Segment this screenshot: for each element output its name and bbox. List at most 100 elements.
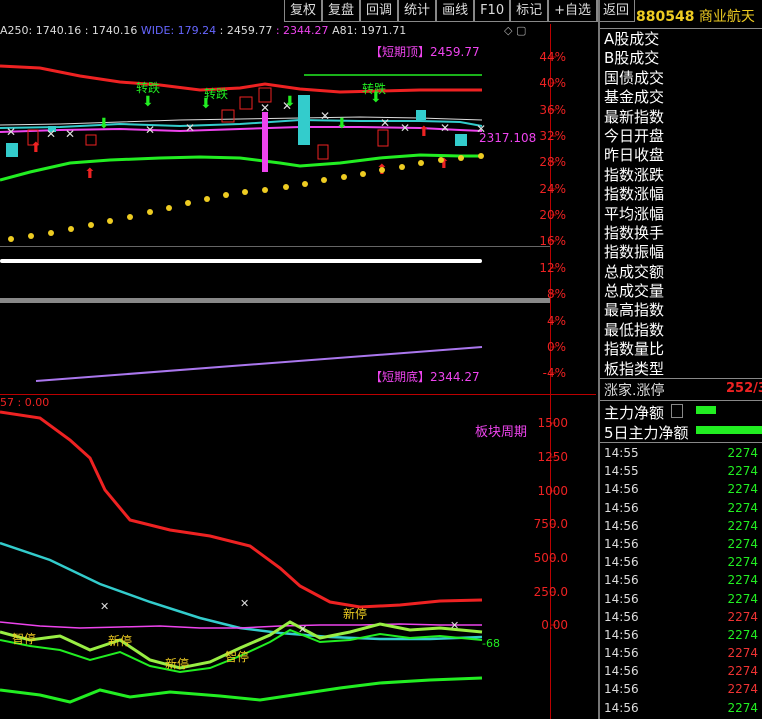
axis-tick: 500.0 [533,551,568,565]
svg-text:⬇: ⬇ [336,116,348,132]
list-icon[interactable] [671,404,683,418]
cycle-red-line [0,410,483,609]
main-net-label: 主力净额 [604,404,665,422]
lower-word-2: 新停 [108,633,132,648]
svg-text:✕: ✕ [46,127,56,141]
menu-item[interactable]: 板指类型 [600,360,762,379]
lower-word-5: 新停 [343,606,367,621]
stock-title: 880548 商业航天 [636,6,755,26]
svg-text:✕: ✕ [185,121,195,135]
short-term-bottom-label: 【短期底】2344.27 [370,370,480,384]
cycle-green-line [0,676,483,704]
svg-text:✕: ✕ [400,121,410,135]
svg-text:✕: ✕ [298,623,307,636]
menu-item[interactable]: 基金成交 [600,88,762,107]
toolbar-back-button[interactable]: 返回 [597,0,636,22]
short-term-top-label: 【短期顶】2459.77 [370,45,480,59]
svg-text:✕: ✕ [6,125,16,139]
svg-text:⬆: ⬆ [84,166,96,182]
quote-menu: A股成交 B股成交 国债成交 基金成交 最新指数 今日开盘 昨日收盘 指数涨跌 … [600,30,762,379]
trade-row: 14:56 2274 [604,500,758,515]
panel2-header: 57 : 0.00 [0,396,50,409]
up-count-label: 涨家.涨停 [604,383,665,399]
trade-row: 14:56 2274 [604,700,758,715]
axis-tick: 44% [539,50,566,64]
axis-tick: 16% [539,234,566,248]
axis-tick: -4% [542,366,566,380]
main-net5-label: 5日主力净额 [604,424,689,442]
axis-tick: 250.0 [533,585,568,599]
trade-row: 14:56 2274 [604,609,758,624]
svg-text:⬆: ⬆ [30,140,42,156]
menu-item[interactable]: 国债成交 [600,69,762,88]
svg-text:⬇: ⬇ [142,94,154,110]
axis-tick: 8% [546,287,566,301]
svg-text:✕: ✕ [320,109,330,123]
main-net5-bar [696,426,762,434]
menu-item[interactable]: B股成交 [600,49,762,68]
lower-word-3: 新停 [165,656,189,671]
axis-tick: 1250 [537,450,568,464]
trade-row: 14:56 2274 [604,646,758,661]
trade-row: 14:56 2274 [604,482,758,497]
axis-tick: 20% [539,208,566,222]
menu-item[interactable]: 指数涨跌 [600,166,762,185]
svg-text:⬇: ⬇ [98,116,110,132]
menu-item[interactable]: 指数涨幅 [600,185,762,204]
menu-item[interactable]: 平均涨幅 [600,205,762,224]
current-value-label: 2317.108 [479,131,537,145]
svg-text:-68: -68 [482,637,500,650]
menu-item[interactable]: 指数振幅 [600,243,762,262]
menu-item[interactable]: 今日开盘 [600,127,762,146]
trade-row: 14:56 2274 [604,591,758,606]
menu-item[interactable]: 总成交量 [600,282,762,301]
trade-row: 14:56 2274 [604,536,758,551]
sar-dots [8,153,484,242]
trade-row: 14:56 2274 [604,682,758,697]
trade-row: 14:56 2274 [604,518,758,533]
menu-item[interactable]: 最高指数 [600,301,762,320]
axis-tick: 0% [546,340,566,354]
main-net-bar [696,406,716,414]
axis-tick: 1500 [537,416,568,430]
menu-item[interactable]: 最低指数 [600,321,762,340]
menu-item[interactable]: 指数换手 [600,224,762,243]
trade-row: 14:56 2274 [604,573,758,588]
axis-tick: 28% [539,155,566,169]
menu-item[interactable]: A股成交 [600,30,762,49]
lower-word-4: 智停 [225,649,249,664]
svg-text:✕: ✕ [240,597,249,610]
svg-text:✕: ✕ [145,123,155,137]
menu-item[interactable]: 昨日收盘 [600,146,762,165]
trade-row: 14:56 2274 [604,664,758,679]
trade-row: 14:55 2274 [604,464,758,479]
lower-word-1: 智停 [12,631,36,646]
svg-text:✕: ✕ [380,116,390,130]
menu-item[interactable]: 指数量比 [600,340,762,359]
up-count-value: 252/3 [726,381,762,396]
upper-band-line [0,64,482,94]
axis-tick: 4% [546,314,566,328]
trade-row: 14:56 2274 [604,627,758,642]
panel-cycle-label: 板块周期 [475,425,528,440]
axis-tick: 36% [539,103,566,117]
menu-item[interactable]: 总成交额 [600,263,762,282]
chart-word-1: 转跌 [136,80,160,95]
main-chart: ✕✕✕ ✕✕✕ ✕✕✕ ✕✕✕ ⬇⬇⬇ ⬇⬇⬇ ⬆⬆⬆ ⬆⬆ 转跌 转跌 转跌 [0,24,596,719]
axis-tick: 750.0 [533,517,568,531]
trade-row: 14:56 2274 [604,555,758,570]
svg-text:✕: ✕ [450,619,459,632]
svg-text:✕: ✕ [440,121,450,135]
axis-tick: 12% [539,261,566,275]
trade-list: 14:55 2274 14:55 2274 14:56 2274 14:56 2274 … [600,444,762,717]
svg-text:✕: ✕ [260,101,270,115]
svg-text:⬇: ⬇ [284,94,296,110]
axis-tick: 24% [539,182,566,196]
axis-tick: 1000 [537,484,568,498]
trade-row: 14:55 2274 [604,446,758,460]
svg-text:✕: ✕ [100,600,109,613]
svg-text:✕: ✕ [65,127,75,141]
axis-tick: 40% [539,76,566,90]
stock-name: 商业航天 [698,9,755,25]
menu-item[interactable]: 最新指数 [600,108,762,127]
